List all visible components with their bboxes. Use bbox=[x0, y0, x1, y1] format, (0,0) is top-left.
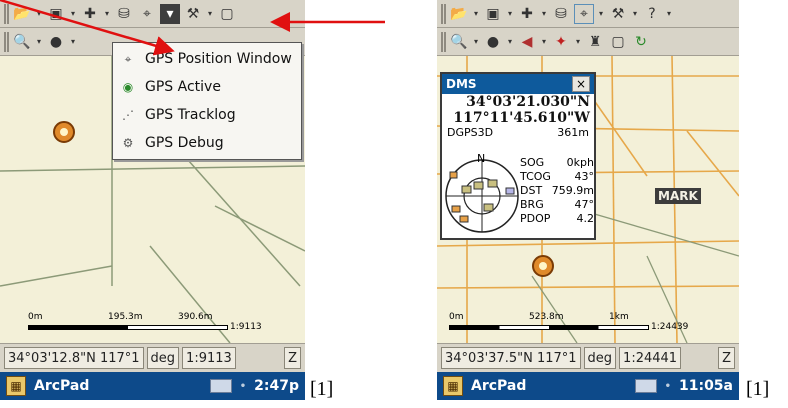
annotation-arrow bbox=[0, 0, 175, 56]
annotation-arrows bbox=[0, 0, 385, 56]
